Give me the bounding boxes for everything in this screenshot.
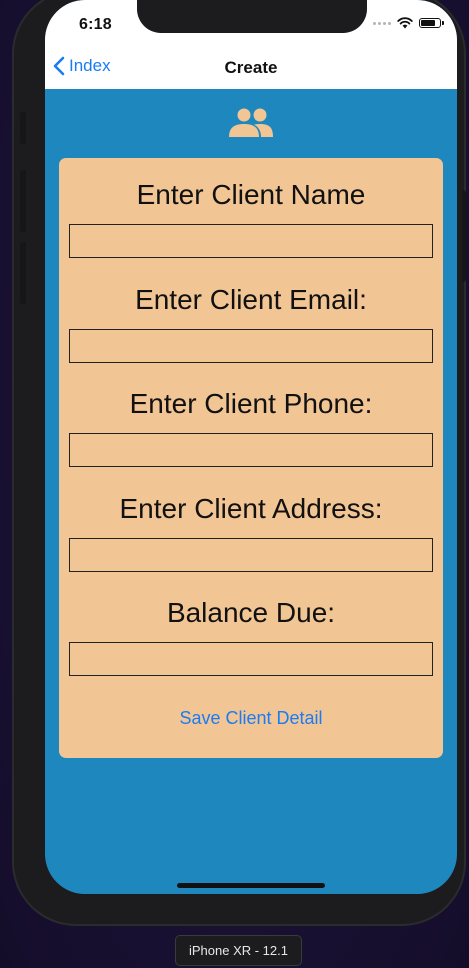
home-indicator[interactable] [177, 883, 325, 888]
wifi-icon [397, 17, 413, 29]
client-phone-input[interactable] [69, 433, 433, 467]
balance-due-label: Balance Due: [166, 597, 336, 628]
mute-switch [20, 112, 26, 144]
status-time: 6:18 [79, 16, 112, 33]
notch [137, 0, 367, 33]
status-bar: 6:18 [45, 0, 457, 46]
client-name-input[interactable] [69, 224, 433, 258]
simulator-device-label: iPhone XR - 12.1 [175, 935, 302, 966]
balance-due-input[interactable] [69, 642, 433, 676]
status-indicators [373, 17, 444, 29]
client-name-label: Enter Client Name [136, 179, 366, 210]
client-email-input[interactable] [69, 329, 433, 363]
device-screen: 6:18 Index Create Enter Client Name Ente… [45, 0, 457, 894]
simulator-window: 6:18 Index Create Enter Client Name Ente… [0, 0, 469, 968]
volume-down-button [20, 242, 26, 304]
device-frame: 6:18 Index Create Enter Client Name Ente… [12, 0, 466, 926]
navigation-bar: Index Create [45, 46, 457, 89]
page-title: Create [224, 58, 278, 77]
people-icon [229, 108, 273, 137]
volume-up-button [20, 170, 26, 232]
client-phone-label: Enter Client Phone: [129, 388, 373, 419]
client-email-label: Enter Client Email: [135, 284, 367, 315]
power-button [462, 190, 466, 282]
client-address-input[interactable] [69, 538, 433, 572]
battery-icon [419, 18, 444, 28]
cellular-signal-icon [373, 21, 391, 25]
save-client-button[interactable]: Save Client Detail [59, 708, 443, 729]
client-form-card: Enter Client Name Enter Client Email: En… [59, 158, 443, 758]
client-address-label: Enter Client Address: [119, 493, 383, 524]
